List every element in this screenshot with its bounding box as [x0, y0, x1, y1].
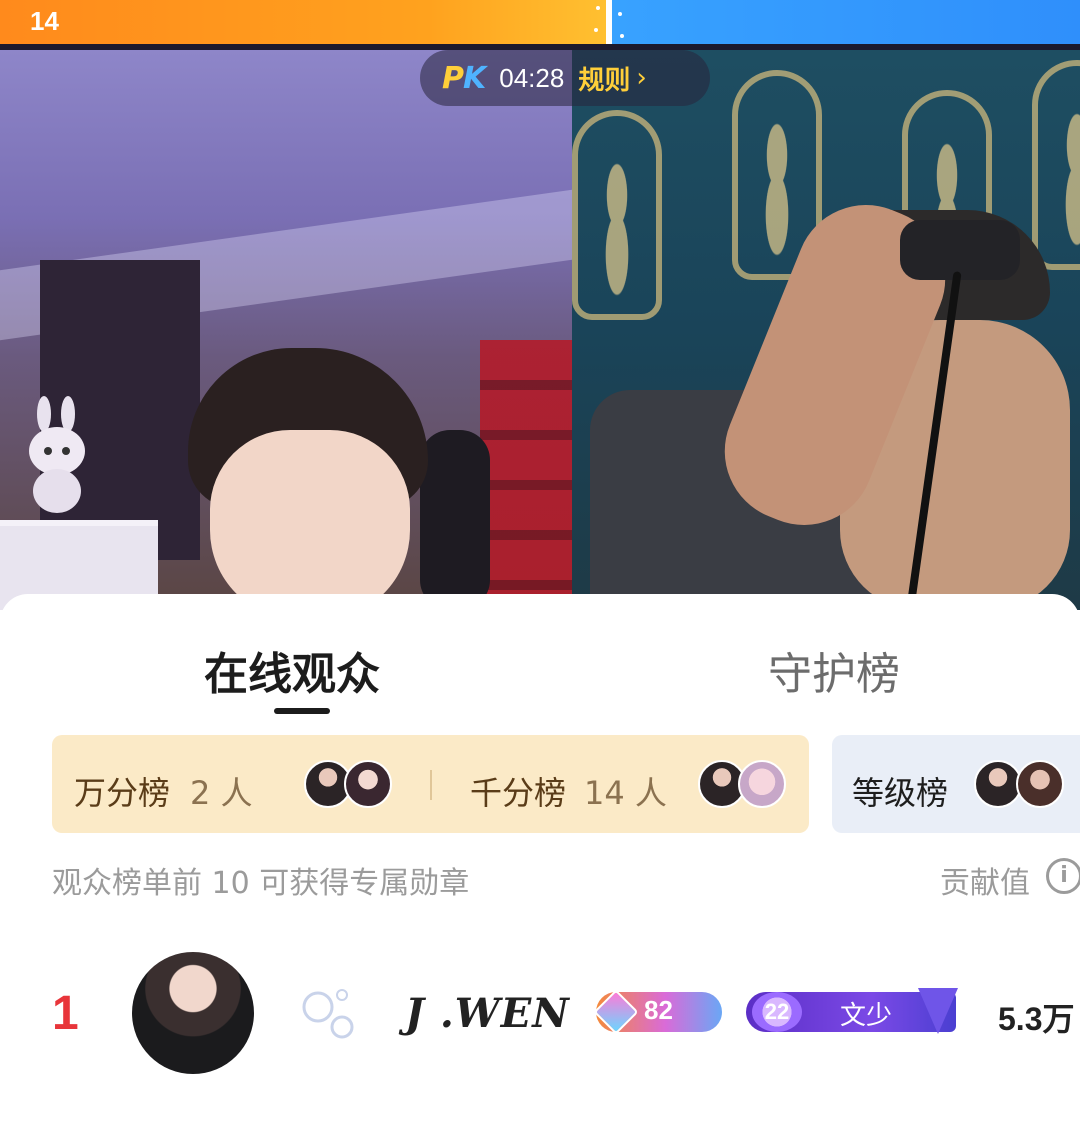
pk-left-bar: 14 — [0, 0, 612, 44]
pk-logo-icon: PK — [442, 60, 486, 96]
chevron-right-icon: › — [636, 63, 647, 93]
left-streamer-video[interactable] — [0, 50, 572, 610]
pk-video-area[interactable] — [0, 50, 1080, 610]
contribution-label: 贡献值 — [940, 866, 1030, 901]
bunny-plush-image — [29, 396, 85, 513]
fan-club-name: 文少 — [840, 1001, 893, 1031]
rank-number: 1 — [52, 987, 79, 1040]
flower-shelf — [480, 340, 572, 610]
pk-timer: 04:28 — [499, 62, 565, 93]
contribution-score: 5.3万 — [998, 1001, 1075, 1037]
tab-guard-ranking[interactable]: 守护榜 — [768, 638, 900, 702]
info-icon[interactable]: i — [1046, 858, 1080, 894]
avatar — [1016, 760, 1064, 808]
gaming-chair — [420, 430, 490, 610]
qian-board-label[interactable]: 千分榜 — [470, 768, 566, 814]
pk-timer-pill[interactable]: PK 04:28 规则 › — [420, 50, 710, 106]
tab-online-audience[interactable]: 在线观众 — [204, 638, 380, 702]
avatar — [344, 760, 392, 808]
pk-score-bar: 14 — [0, 0, 1080, 44]
pk-sparkle-divider — [594, 0, 624, 44]
board-divider — [430, 770, 432, 800]
qian-board-count: 14 人 — [584, 774, 667, 812]
curtain-pattern — [572, 110, 662, 320]
left-streamer-face — [210, 430, 410, 610]
user-name[interactable]: J .WEN — [405, 990, 570, 1037]
wan-board-count: 2 人 — [190, 774, 253, 812]
active-tab-indicator — [274, 708, 330, 714]
fan-badge-ribbon — [918, 988, 958, 1034]
pk-right-bar — [612, 0, 1080, 44]
avatar — [974, 760, 1022, 808]
curtain-pattern — [1032, 60, 1080, 270]
avatar[interactable] — [132, 952, 254, 1074]
bubbles-icon — [302, 989, 354, 1039]
fan-level-number: 22 — [752, 992, 802, 1032]
pk-left-score: 14 — [30, 6, 59, 36]
wan-board-label[interactable]: 万分榜 — [74, 768, 170, 814]
avatar — [738, 760, 786, 808]
wealth-level-number: 82 — [644, 995, 673, 1025]
pk-rules-link[interactable]: 规则 — [578, 60, 630, 97]
level-board-label[interactable]: 等级榜 — [852, 768, 948, 814]
headband — [900, 220, 1020, 280]
ranking-hint-text: 观众榜单前 10 可获得专属勋章 — [52, 866, 470, 901]
